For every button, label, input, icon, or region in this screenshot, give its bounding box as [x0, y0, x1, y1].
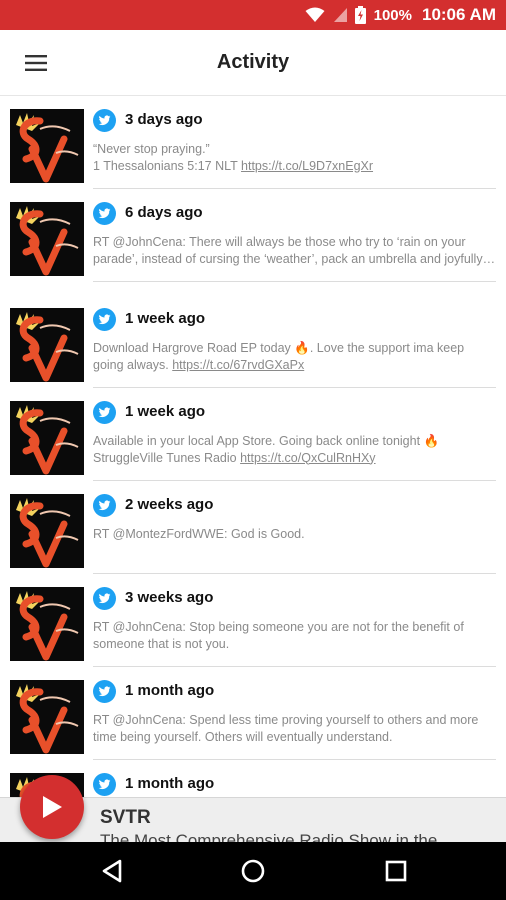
- twitter-icon: [93, 308, 116, 331]
- item-text-body: RT @JohnCena: There will always be those…: [93, 235, 496, 266]
- list-item[interactable]: 6 days ago RT @JohnCena: There will alway…: [0, 189, 506, 282]
- clock: 10:06 AM: [421, 5, 496, 24]
- item-timestamp: 3 days ago: [125, 111, 203, 128]
- list-item[interactable]: 1 month ago RT @JohnCena: Spend less time…: [0, 667, 506, 760]
- twitter-icon: [93, 202, 116, 225]
- item-text-body: RT @MontezFordWWE: God is Good.: [93, 527, 305, 541]
- struggleville-logo: [10, 494, 84, 568]
- item-text: “Never stop praying.” 1 Thessalonians 5:…: [93, 141, 498, 174]
- app-bar: Activity: [0, 30, 506, 96]
- list-item[interactable]: 1 week ago Available in your local App St…: [0, 388, 506, 481]
- struggleville-logo: [10, 109, 84, 183]
- activity-feed[interactable]: 3 days ago “Never stop praying.” 1 Thessa…: [0, 96, 506, 798]
- twitter-icon: [93, 773, 116, 796]
- item-timestamp: 3 weeks ago: [125, 589, 214, 606]
- player-subtitle: The Most Comprehensive Radio Show in the: [100, 831, 438, 842]
- play-button[interactable]: [20, 775, 84, 839]
- twitter-icon: [93, 494, 116, 517]
- player-title: SVTR: [100, 807, 151, 828]
- system-nav-bar: [0, 842, 506, 900]
- item-text-body: “Never stop praying.” 1 Thessalonians 5:…: [93, 142, 238, 173]
- twitter-icon: [93, 587, 116, 610]
- battery-percent: 100%: [373, 6, 412, 24]
- list-item[interactable]: 3 weeks ago RT @JohnCena: Stop being some…: [0, 574, 506, 667]
- list-item[interactable]: 1 week ago Download Hargrove Road EP toda…: [0, 295, 506, 388]
- play-icon: [43, 796, 62, 818]
- struggleville-logo: [10, 680, 84, 754]
- item-text: Download Hargrove Road EP today 🔥. Love …: [93, 340, 498, 373]
- struggleville-logo: [10, 587, 84, 661]
- item-text-body: RT @JohnCena: Stop being someone you are…: [93, 620, 464, 651]
- page-title: Activity: [216, 51, 290, 73]
- item-link[interactable]: https://t.co/QxCulRnHXy: [240, 451, 375, 465]
- item-text-body: RT @JohnCena: Spend less time proving yo…: [93, 713, 479, 744]
- item-timestamp: 1 week ago: [125, 403, 206, 420]
- wifi-icon: [305, 7, 325, 23]
- item-link[interactable]: https://t.co/L9D7xnEgXr: [241, 159, 373, 173]
- item-text: RT @MontezFordWWE: God is Good.: [93, 526, 498, 543]
- item-timestamp: 1 month ago: [125, 775, 215, 792]
- back-icon[interactable]: [92, 851, 132, 891]
- item-text: RT @JohnCena: There will always be those…: [93, 234, 498, 267]
- recents-icon[interactable]: [376, 851, 416, 891]
- signal-icon: [333, 7, 347, 23]
- item-text: Available in your local App Store. Going…: [93, 433, 498, 466]
- struggleville-logo: [10, 202, 84, 276]
- item-timestamp: 6 days ago: [125, 204, 203, 221]
- status-bar: 100% 10:06 AM: [0, 0, 506, 30]
- item-text: RT @JohnCena: Stop being someone you are…: [93, 619, 498, 652]
- twitter-icon: [93, 401, 116, 424]
- item-timestamp: 2 weeks ago: [125, 496, 214, 513]
- list-item[interactable]: 3 days ago “Never stop praying.” 1 Thessa…: [0, 96, 506, 189]
- home-icon[interactable]: [233, 851, 273, 891]
- struggleville-logo: [10, 401, 84, 475]
- item-timestamp: 1 week ago: [125, 310, 206, 327]
- list-item[interactable]: 2 weeks ago RT @MontezFordWWE: God is Goo…: [0, 481, 506, 574]
- twitter-icon: [93, 680, 116, 703]
- struggleville-logo: [10, 308, 84, 382]
- twitter-icon: [93, 109, 116, 132]
- item-link[interactable]: https://t.co/67rvdGXaPx: [172, 358, 304, 372]
- divider: [93, 281, 496, 282]
- item-timestamp: 1 month ago: [125, 682, 215, 699]
- item-text: RT @JohnCena: Spend less time proving yo…: [93, 712, 498, 745]
- battery-charging-icon: [354, 6, 366, 24]
